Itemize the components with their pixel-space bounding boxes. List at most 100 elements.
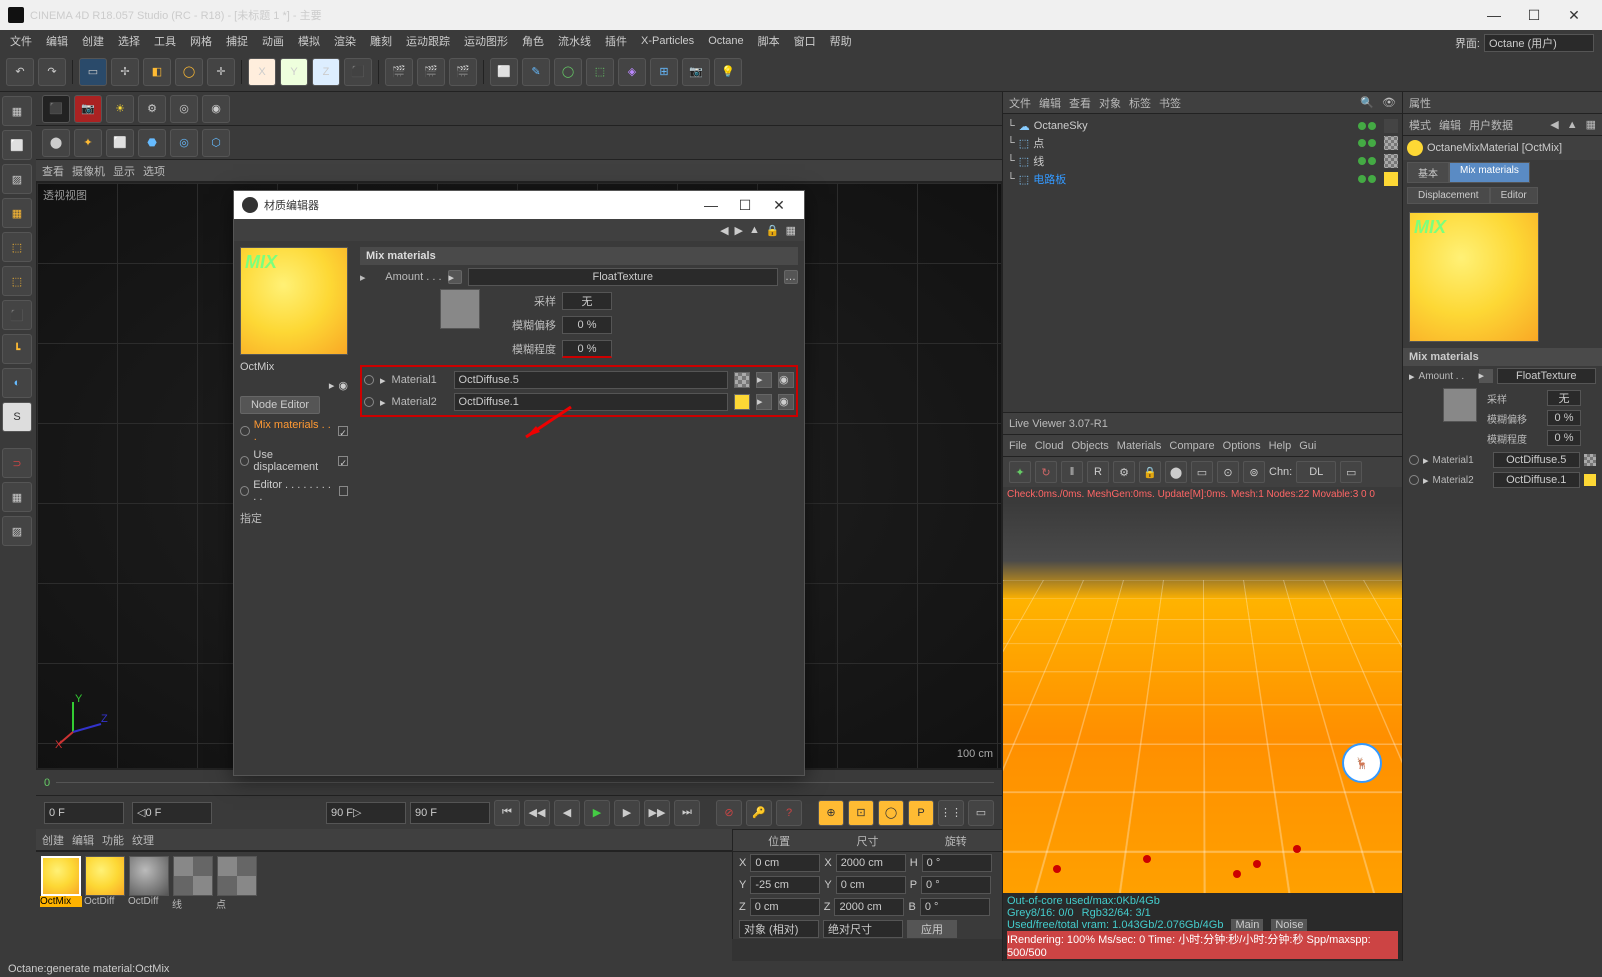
use-displacement-option[interactable]: Use displacement [240, 448, 348, 474]
coord-x-size[interactable]: 2000 cm [836, 854, 906, 872]
attrs-mat1-radio[interactable] [1409, 455, 1419, 465]
mat-menu-create[interactable]: 创建 [42, 832, 64, 848]
texture-mode-button[interactable]: ▨ [2, 164, 32, 194]
attrs-mat2-thumb-icon[interactable] [1584, 474, 1596, 486]
tab-editor[interactable]: Editor [1490, 187, 1538, 204]
add-env-button[interactable]: ⊞ [650, 58, 678, 86]
lv-menu-objects[interactable]: Objects [1071, 440, 1108, 452]
coord-apply-button[interactable]: 应用 [907, 920, 957, 938]
menu-character[interactable]: 角色 [516, 31, 550, 51]
mat1-field[interactable]: OctDiffuse.5 [454, 371, 728, 389]
obj-octanesky[interactable]: └☁OctaneSky [1007, 118, 1398, 134]
lv-save-button[interactable]: ▭ [1340, 461, 1362, 483]
add-cube-button[interactable]: ⬜ [490, 58, 518, 86]
coord-mode1[interactable]: 对象 (相对) [739, 920, 819, 938]
close-button[interactable]: ✕ [1554, 0, 1594, 30]
oct2-btn-5[interactable]: ◎ [170, 129, 198, 157]
matwin-minimize-button[interactable]: — [694, 191, 728, 219]
render-settings-button[interactable]: 🎬 [449, 58, 477, 86]
menu-help[interactable]: 帮助 [824, 31, 858, 51]
prev-frame-button[interactable]: ◀ [554, 800, 580, 826]
menu-octane[interactable]: Octane [702, 33, 749, 49]
next-key-button[interactable]: ▶▶ [644, 800, 670, 826]
lock-button[interactable]: ▦ [2, 482, 32, 512]
lv-focus-button[interactable]: ⊚ [1243, 461, 1265, 483]
lv-region-button[interactable]: R [1087, 461, 1109, 483]
misc-button[interactable]: ▨ [2, 516, 32, 546]
record-button[interactable]: ⊘ [716, 800, 742, 826]
rotate-tool[interactable]: ◯ [175, 58, 203, 86]
om-menu-edit[interactable]: 编辑 [1039, 95, 1061, 111]
attrs-tex-thumb[interactable] [1443, 388, 1477, 422]
obj-point[interactable]: └⬚点 [1007, 134, 1398, 152]
render-pv-button[interactable]: 🎬 [417, 58, 445, 86]
coord-y-pos[interactable]: -25 cm [750, 876, 820, 894]
mat-menu-edit[interactable]: 编辑 [72, 832, 94, 848]
attrs-sample-field[interactable]: 无 [1547, 390, 1581, 406]
attrs-mat1-field[interactable]: OctDiffuse.5 [1493, 452, 1580, 468]
frame-end2-field[interactable]: 90 F [410, 802, 490, 824]
mat1-thumb-icon[interactable] [734, 372, 750, 388]
lv-pick-button[interactable]: ⊙ [1217, 461, 1239, 483]
matwin-pick-icon[interactable]: ◉ [338, 379, 348, 392]
menu-plugins[interactable]: 插件 [599, 31, 633, 51]
tag-icon[interactable] [1384, 136, 1398, 150]
mat1-arrow-icon[interactable]: ▸ [756, 372, 772, 388]
interface-dropdown[interactable]: Octane (用户) [1484, 34, 1594, 52]
play-button[interactable]: ▶ [584, 800, 610, 826]
attrs-nav-back-icon[interactable]: ◀ [1550, 118, 1558, 131]
menu-snap[interactable]: 捕捉 [220, 31, 254, 51]
render-button[interactable]: 🎬 [385, 58, 413, 86]
redo-button[interactable]: ↷ [38, 58, 66, 86]
attrs-bluroffset-field[interactable]: 0 % [1547, 410, 1581, 426]
oct-btn-2[interactable]: 📷 [74, 95, 102, 123]
oct2-btn-6[interactable]: ⬡ [202, 129, 230, 157]
tag-icon[interactable] [1384, 119, 1398, 133]
attrs-mat2-radio[interactable] [1409, 475, 1419, 485]
key-rot-button[interactable]: ◯ [878, 800, 904, 826]
add-generator-button[interactable]: ⬚ [586, 58, 614, 86]
sample-field[interactable]: 无 [562, 292, 612, 310]
vp-menu-camera[interactable]: 摄像机 [72, 163, 105, 179]
material-octdiff1[interactable]: OctDiff [84, 856, 126, 957]
menu-script[interactable]: 脚本 [752, 31, 786, 51]
blur-offset-field[interactable]: 0 % [562, 316, 612, 334]
matwin-preview[interactable]: MIX [240, 247, 348, 355]
move-tool[interactable]: ✢ [111, 58, 139, 86]
oct-btn-1[interactable]: ⬛ [42, 95, 70, 123]
attrs-preview[interactable]: MIX [1409, 212, 1539, 342]
tweak-button[interactable]: ◐ [2, 368, 32, 398]
workplane-button[interactable]: ▦ [2, 198, 32, 228]
obj-board[interactable]: └⬚电路板 [1007, 170, 1398, 188]
add-light-button[interactable]: 💡 [714, 58, 742, 86]
attrs-mat2-field[interactable]: OctDiffuse.1 [1493, 472, 1580, 488]
oct2-btn-1[interactable]: ⬤ [42, 129, 70, 157]
tab-displacement[interactable]: Displacement [1407, 187, 1490, 204]
lv-menu-options[interactable]: Options [1223, 440, 1261, 452]
lv-menu-compare[interactable]: Compare [1169, 440, 1214, 452]
attrs-mat1-thumb-icon[interactable] [1584, 454, 1596, 466]
menu-pipeline[interactable]: 流水线 [552, 31, 597, 51]
mat-menu-func[interactable]: 功能 [102, 832, 124, 848]
key-pla-button[interactable]: ⋮⋮ [938, 800, 964, 826]
recent-tool[interactable]: ✛ [207, 58, 235, 86]
matwin-lock-icon[interactable]: 🔒 [766, 224, 780, 237]
matwin-nav-back-icon[interactable]: ◀ [720, 224, 728, 237]
axis-tool-button[interactable]: ┗ [2, 334, 32, 364]
model-mode-button[interactable]: ⬜ [2, 130, 32, 160]
next-frame-button[interactable]: ▶ [614, 800, 640, 826]
add-pen-button[interactable]: ✎ [522, 58, 550, 86]
editor-option[interactable]: Editor . . . . . . . . . . [240, 478, 348, 504]
lv-clip-button[interactable]: ▭ [1191, 461, 1213, 483]
attrs-floattex-field[interactable]: FloatTexture [1497, 368, 1596, 384]
coord-b-rot[interactable]: 0 ° [920, 898, 990, 916]
overlay-main-button[interactable]: Main [1231, 919, 1263, 931]
material-octmix[interactable]: OctMix [40, 856, 82, 957]
mat2-pick-icon[interactable]: ◉ [778, 394, 794, 410]
poly-mode-button[interactable]: ⬛ [2, 300, 32, 330]
mat2-arrow-icon[interactable]: ▸ [756, 394, 772, 410]
lv-pause-button[interactable]: ‖ [1061, 461, 1083, 483]
mat2-field[interactable]: OctDiffuse.1 [454, 393, 728, 411]
oct2-btn-4[interactable]: ⬣ [138, 129, 166, 157]
coord-x-pos[interactable]: 0 cm [750, 854, 820, 872]
